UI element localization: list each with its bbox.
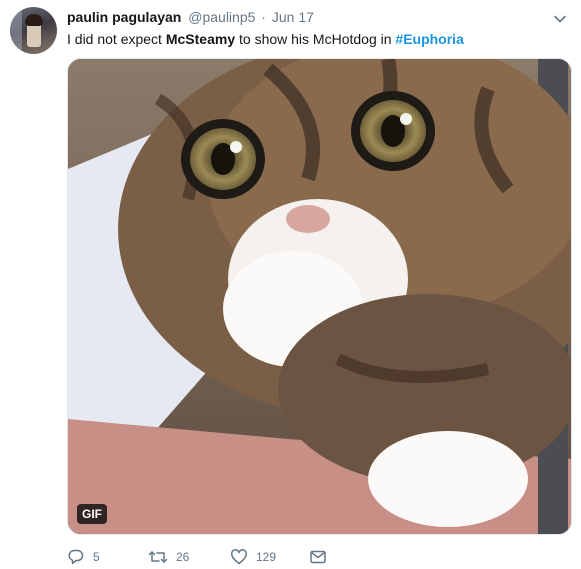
like-count: 129: [256, 550, 277, 564]
tweet-header: paulin pagulayan @paulinp5 · Jun 17: [67, 9, 314, 25]
tweet-text-bold: McSteamy: [165, 31, 236, 47]
tweet-text-part1: I did not expect: [67, 31, 166, 47]
reply-count: 5: [93, 550, 100, 564]
display-name[interactable]: paulin pagulayan: [67, 9, 181, 25]
tweet-text: I did not expect McSteamy to show his Mc…: [67, 30, 464, 48]
kitten-gif-image: [68, 59, 571, 534]
direct-message-button[interactable]: [309, 546, 327, 568]
tweet-text-part2: to show his McHotdog in: [235, 31, 396, 47]
tweet[interactable]: paulin pagulayan @paulinp5 · Jun 17 I di…: [0, 0, 581, 569]
gif-badge: GIF: [77, 504, 107, 524]
retweet-button[interactable]: 26: [148, 546, 189, 568]
retweet-icon: [148, 548, 168, 566]
tweet-media-gif[interactable]: GIF: [67, 58, 572, 535]
like-button[interactable]: 129: [230, 546, 276, 568]
chevron-down-icon[interactable]: [553, 12, 567, 26]
reply-icon: [67, 548, 85, 566]
tweet-date[interactable]: Jun 17: [272, 9, 314, 25]
tweet-actions: 5 26 129: [67, 546, 567, 568]
heart-icon: [230, 548, 248, 566]
header-separator: ·: [261, 9, 266, 25]
avatar[interactable]: [10, 7, 57, 54]
reply-button[interactable]: 5: [67, 546, 100, 568]
hashtag-link[interactable]: #Euphoria: [395, 31, 463, 47]
envelope-icon: [309, 548, 327, 566]
user-handle[interactable]: @paulinp5: [188, 9, 255, 25]
retweet-count: 26: [176, 550, 190, 564]
avatar-hair: [25, 14, 43, 26]
avatar-background: [10, 7, 22, 54]
